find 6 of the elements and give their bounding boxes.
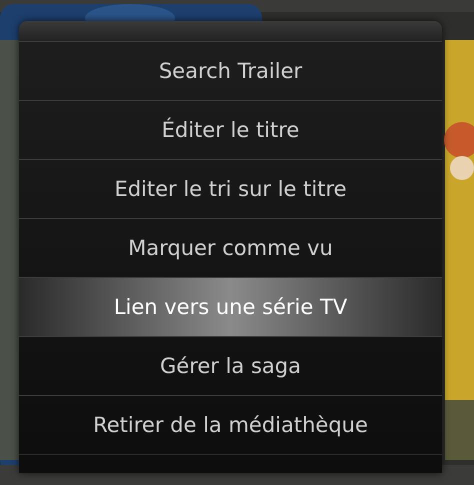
menu-item[interactable]: Gérer la saga (19, 336, 442, 395)
menu-item[interactable]: Search Trailer (19, 41, 442, 100)
menu-item[interactable]: Editer le tri sur le titre (19, 159, 442, 218)
menu-item[interactable]: Éditer le titre (19, 100, 442, 159)
menu-item[interactable]: Lien vers une série TV (19, 277, 442, 336)
menu-item[interactable]: Retirer de la médiathèque (19, 395, 442, 455)
